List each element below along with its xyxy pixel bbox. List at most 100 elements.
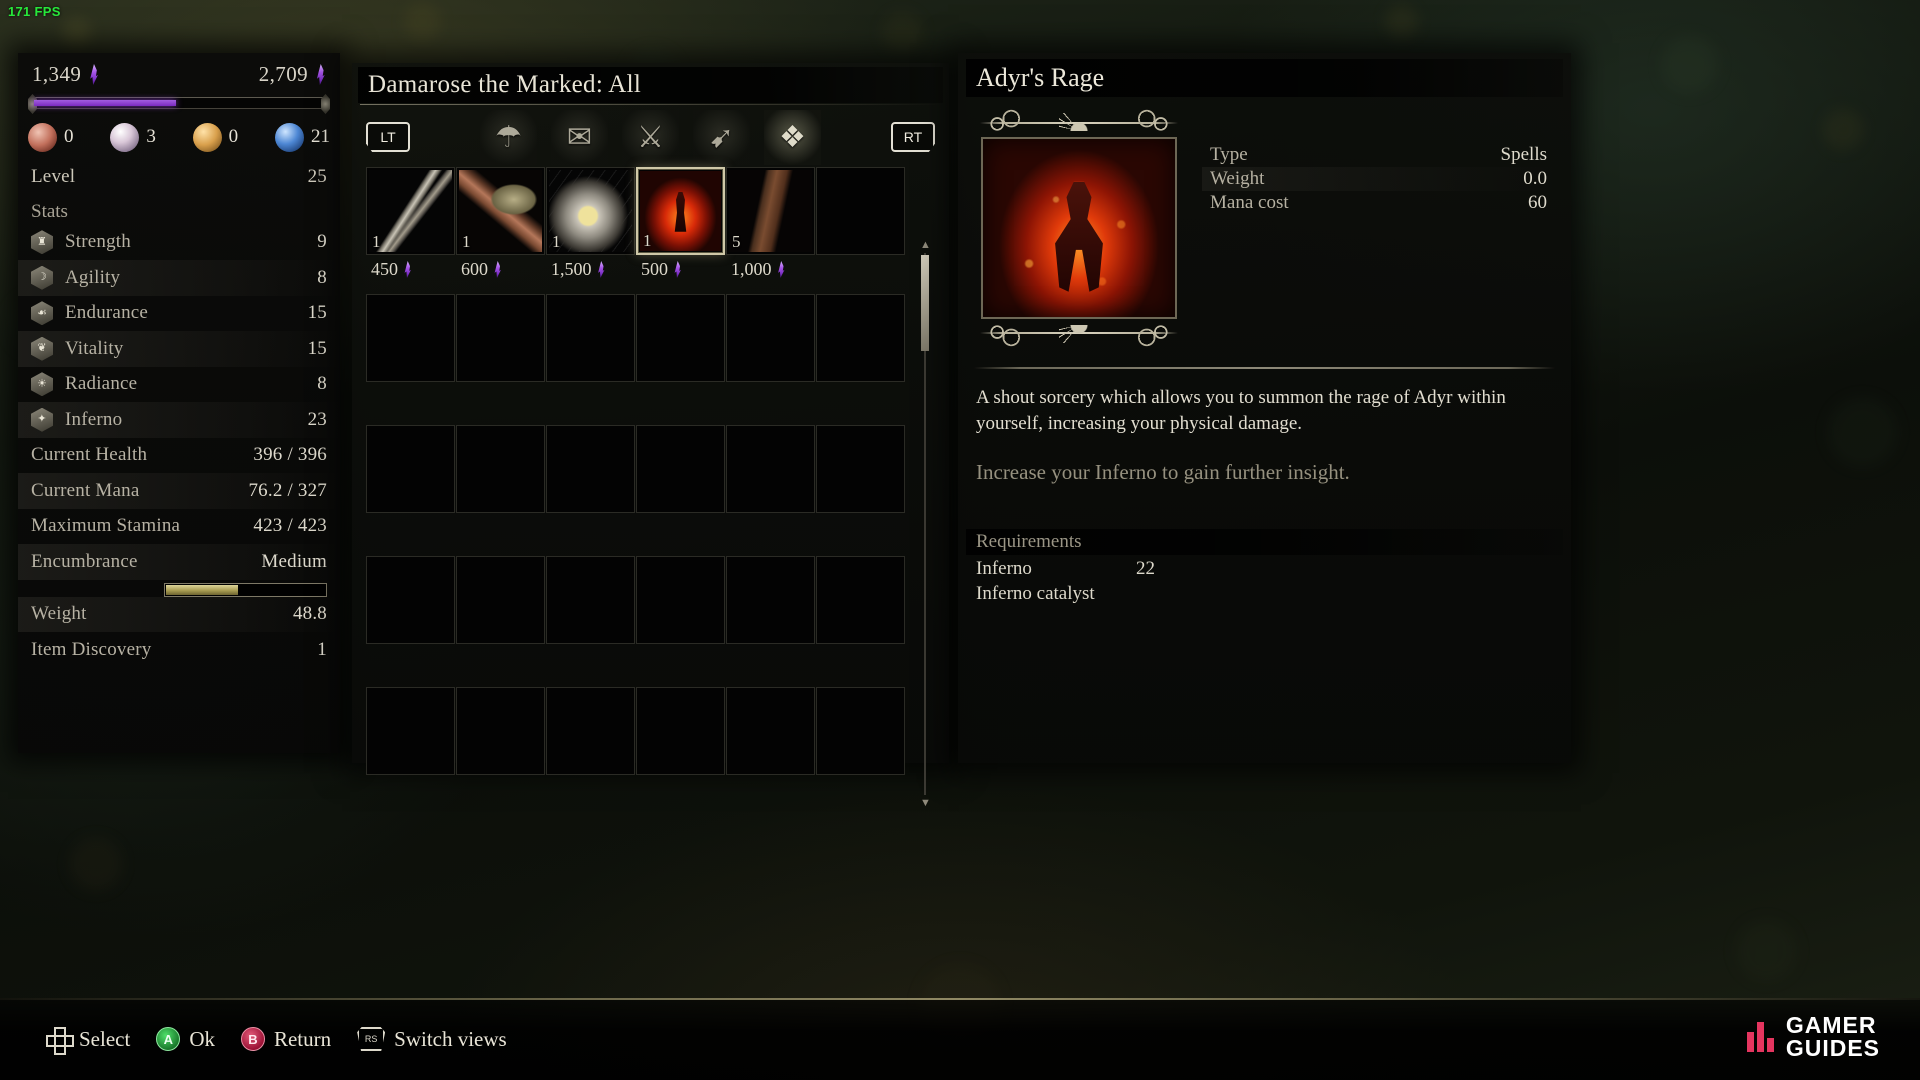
empty-slot[interactable] [366,556,455,644]
empty-slot[interactable] [456,425,545,513]
item-discovery-value: 1 [317,638,327,660]
weapon-category-icon[interactable]: ⚔ [622,109,679,165]
inventory-scrollbar[interactable]: ▲ ▼ [919,239,932,809]
item-bomb[interactable]: 1 [546,167,635,255]
item-quantity: 1 [643,231,652,250]
footer-hint-label: Select [79,1026,131,1051]
attribute-value: Spells [1500,144,1547,165]
bumper-rt-button[interactable]: RT [891,122,935,152]
footer-hint[interactable]: B Return [240,1026,332,1052]
consumable-item[interactable]: 0 [28,122,79,152]
item-price-value: 1,500 [551,259,592,279]
consumable-item[interactable]: 3 [110,122,161,152]
button-a-icon: A [156,1027,181,1051]
consumable-item[interactable]: 21 [274,122,330,152]
stat-value: 15 [307,302,327,324]
derived-stats-list: Current Health 396 / 396 Current Mana 76… [18,438,340,580]
stat-row[interactable]: ✦ Inferno 23 [18,402,340,438]
item-icon [459,170,542,252]
footer-hint[interactable]: Select [46,1026,131,1055]
empty-slot[interactable] [546,294,635,382]
stat-value: 8 [317,373,327,395]
empty-slot[interactable] [816,294,905,382]
empty-slot[interactable] [726,556,815,644]
attribute-row: Weight 0.0 [1202,167,1555,191]
stat-row[interactable]: ❦ Vitality 15 [18,331,340,367]
item-discovery-label: Item Discovery [31,638,152,660]
item-description: A shout sorcery which allows you to summ… [976,387,1506,434]
empty-slot[interactable] [726,294,815,382]
empty-slot[interactable] [546,687,635,775]
scroll-down-icon[interactable]: ▼ [919,797,932,809]
scroll-up-icon[interactable]: ▲ [919,239,932,251]
empty-slot[interactable] [546,556,635,644]
scrollbar-thumb[interactable] [921,255,929,351]
empty-slot[interactable] [456,687,545,775]
stat-value: 9 [317,231,327,253]
empty-slot[interactable] [726,687,815,775]
item-dagger[interactable]: 1 [366,167,455,255]
consumable-item[interactable]: 0 [192,122,244,152]
item-icon [549,170,632,252]
empty-slot[interactable] [546,425,635,513]
empty-slot[interactable] [456,556,545,644]
souls-row: 1,349 2,709 [18,53,340,95]
empty-slot[interactable] [366,425,455,513]
pouch-category-icon[interactable]: ☂ [480,109,537,165]
level-value: 25 [307,165,327,187]
item-adyrs-rage[interactable]: 1 [636,167,725,255]
footer-hint[interactable]: ▼ RS Switch views [357,1027,507,1052]
consumable-count: 21 [310,126,330,147]
derived-stat-row: Encumbrance Medium [18,544,340,580]
requirements-list: Inferno 22 Inferno catalyst [958,555,1571,605]
empty-slot[interactable] [816,167,905,255]
inventory-price-row: 450 600 1,500 500 1,000 [366,255,906,280]
attribute-key: Mana cost [1210,192,1289,213]
footer-hint-label: Return [273,1026,332,1051]
empty-slot[interactable] [636,425,725,513]
character-stats-panel: 1,349 2,709 0 3 0 21 Level 25 Stats ♜ St… [18,53,340,753]
weight-row: Weight 48.8 [18,596,340,632]
derived-stat-label: Current Mana [31,479,140,501]
ammo-category-icon[interactable]: ➹ [693,109,750,165]
vitality-icon: ❦ [31,336,53,361]
scroll-category-icon[interactable]: ✉ [551,109,608,165]
ornament-crown-icon [1059,113,1099,131]
footer-hints: Select A Ok B Return ▼ RS Switch views [0,1026,507,1055]
derived-stat-label: Encumbrance [31,550,138,572]
empty-slot[interactable] [366,687,455,775]
stat-row[interactable]: ☙ Endurance 15 [18,296,340,332]
empty-slot[interactable] [636,294,725,382]
bumper-lt-button[interactable]: LT [366,122,410,152]
requirements-header-bar: Requirements [966,529,1563,555]
item-axe[interactable]: 1 [456,167,545,255]
stat-row[interactable]: ♜ Strength 9 [18,225,340,261]
endurance-icon: ☙ [31,301,53,326]
empty-slot[interactable] [366,294,455,382]
inventory-title: Damarose the Marked: All [368,71,642,98]
empty-slot[interactable] [456,294,545,382]
item-price: 1,000 [726,259,815,280]
ornament-swirl-right-icon [1130,323,1174,347]
derived-stat-value: 76.2 / 327 [248,479,327,501]
ornament-swirl-right-icon [1130,109,1174,133]
stat-row[interactable]: ☽ Agility 8 [18,260,340,296]
stat-label: Endurance [65,302,149,324]
stat-row[interactable]: ☀ Radiance 8 [18,367,340,403]
spellbook-category-icon[interactable]: ❖ [764,109,821,165]
empty-slot[interactable] [636,687,725,775]
consumable-count: 0 [64,126,74,147]
requirement-row: Inferno catalyst [958,580,1571,605]
attribute-key: Weight [1210,168,1265,189]
empty-slot[interactable] [636,556,725,644]
item-icon [369,170,452,252]
requirements-header: Requirements [976,531,1082,552]
empty-slot[interactable] [726,425,815,513]
inventory-grid-row [366,687,906,775]
detail-divider [974,367,1555,369]
footer-hint[interactable]: A Ok [156,1027,215,1052]
empty-slot[interactable] [816,556,905,644]
empty-slot[interactable] [816,687,905,775]
item-club[interactable]: 5 [726,167,815,255]
empty-slot[interactable] [816,425,905,513]
